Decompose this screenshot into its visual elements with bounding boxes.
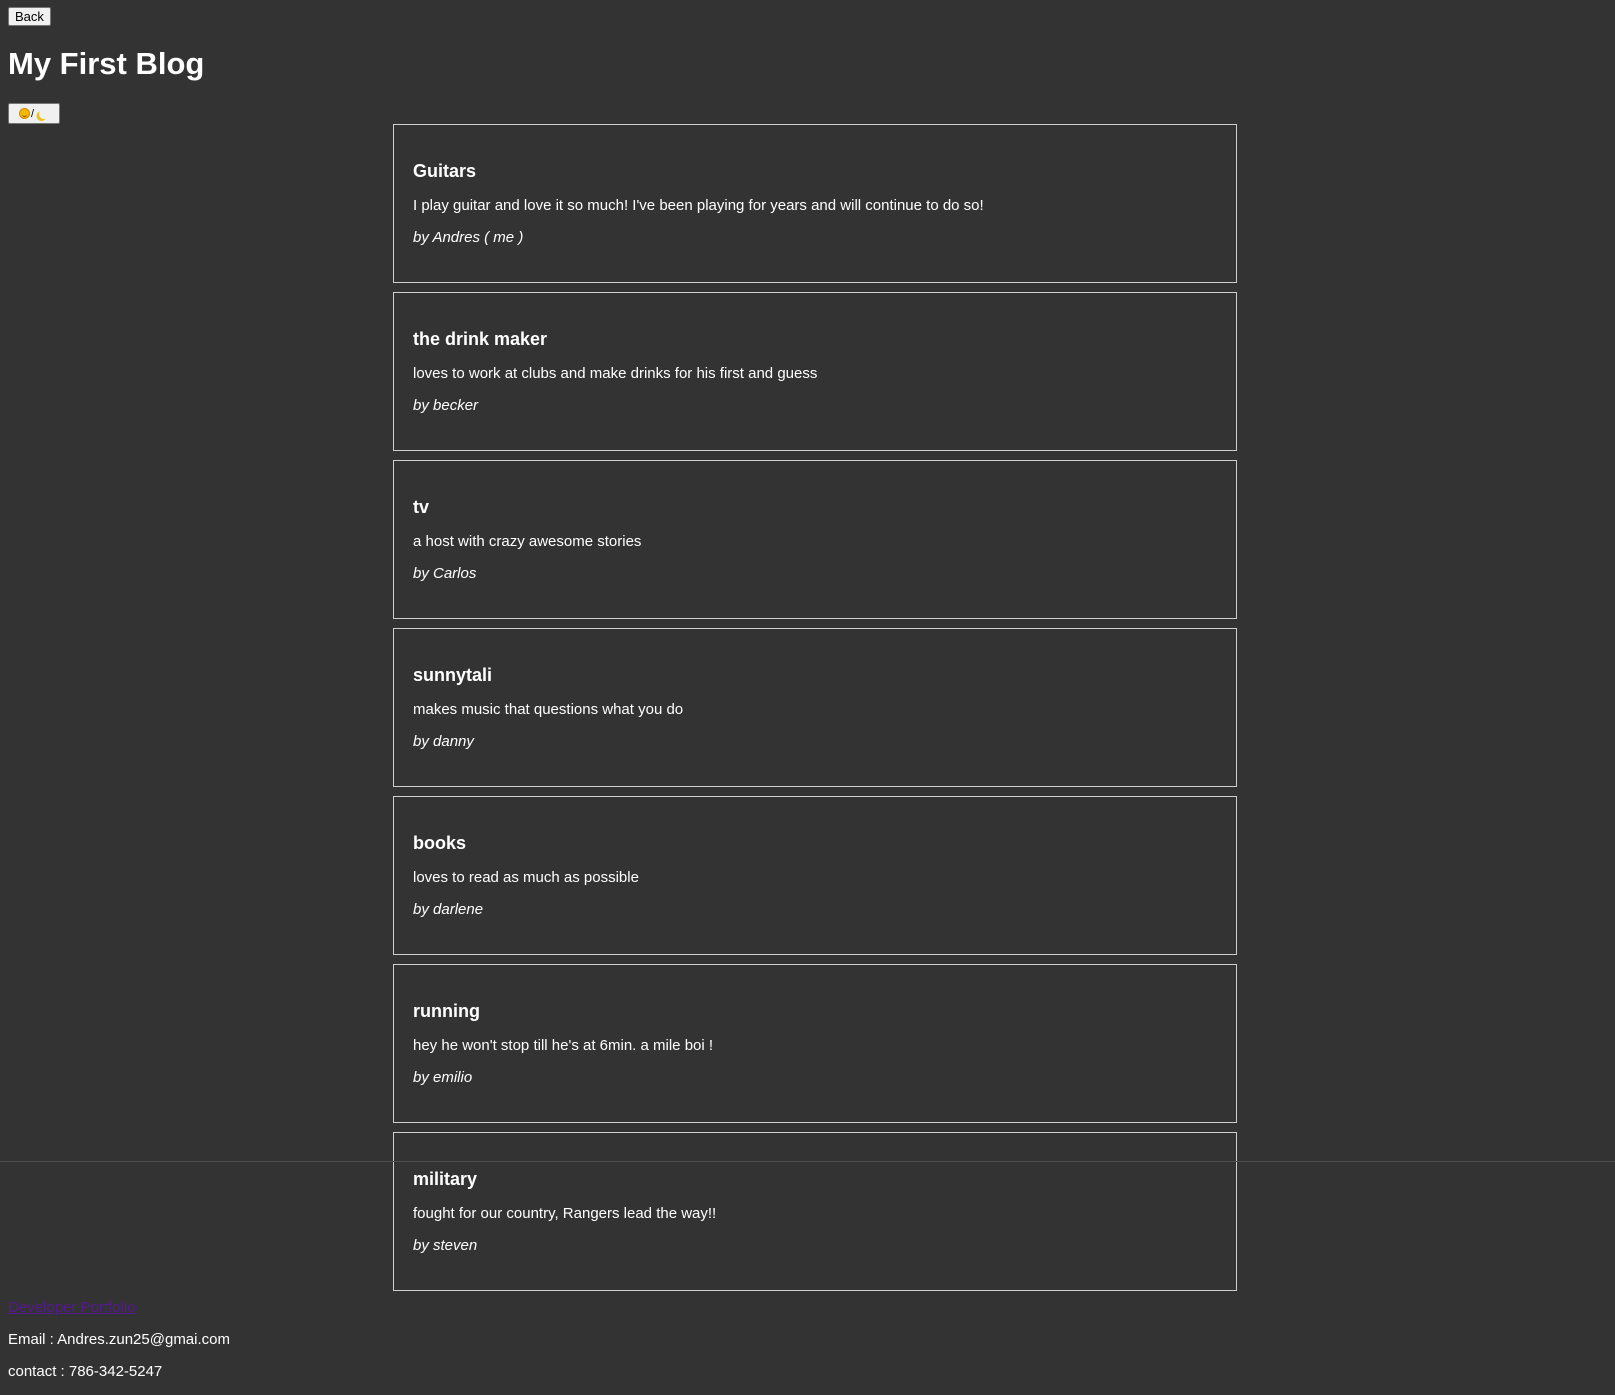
footer-divider <box>0 1161 1615 1162</box>
post-author: by steven <box>413 1237 478 1254</box>
portfolio-link[interactable]: Developer Portfolio <box>8 1298 230 1317</box>
post-body: makes music that questions what you do <box>413 701 684 718</box>
post-author: by becker <box>413 397 479 414</box>
page-title: My First Blog <box>8 46 205 81</box>
back-button[interactable]: Back <box>8 7 51 26</box>
post-card: military fought for our country, Rangers… <box>393 1132 1237 1291</box>
theme-toggle-button[interactable]: / <box>8 103 60 124</box>
post-body: I play guitar and love it so much! I've … <box>413 197 984 214</box>
post-card: tv a host with crazy awesome stories by … <box>393 460 1237 619</box>
sun-icon <box>18 108 30 119</box>
post-author: by Andres ( me ) <box>413 229 524 246</box>
post-body: hey he won't stop till he's at 6min. a m… <box>413 1037 714 1054</box>
post-body: loves to read as much as possible <box>413 869 639 886</box>
post-card: Guitars I play guitar and love it so muc… <box>393 124 1237 283</box>
post-title: running <box>413 1001 480 1021</box>
post-body: loves to work at clubs and make drinks f… <box>413 365 818 382</box>
post-title: books <box>413 833 467 853</box>
post-author: by emilio <box>413 1069 473 1086</box>
post-body: fought for our country, Rangers lead the… <box>413 1205 717 1222</box>
post-list: Guitars I play guitar and love it so muc… <box>393 124 1237 1300</box>
post-author: by Carlos <box>413 565 477 582</box>
post-author: by darlene <box>413 901 484 918</box>
moon-icon <box>38 107 51 120</box>
post-card: the drink maker loves to work at clubs a… <box>393 292 1237 451</box>
post-card: running hey he won't stop till he's at 6… <box>393 964 1237 1123</box>
post-card: sunnytali makes music that questions wha… <box>393 628 1237 787</box>
footer-email: Email : Andres.zun25@gmai.com <box>8 1331 230 1348</box>
post-body: a host with crazy awesome stories <box>413 533 642 550</box>
post-title: sunnytali <box>413 665 493 685</box>
post-author: by danny <box>413 733 474 750</box>
post-title: the drink maker <box>413 329 548 349</box>
footer-contact: contact : 786-342-5247 <box>8 1363 163 1380</box>
post-title: tv <box>413 497 430 517</box>
post-title: military <box>413 1169 478 1189</box>
page: Back My First Blog / Guitars I play guit… <box>0 0 1615 1395</box>
theme-toggle-separator: / <box>30 107 35 120</box>
post-title: Guitars <box>413 161 477 181</box>
footer: Developer Portfolio Email : Andres.zun25… <box>8 1298 230 1381</box>
post-card: books loves to read as much as possible … <box>393 796 1237 955</box>
